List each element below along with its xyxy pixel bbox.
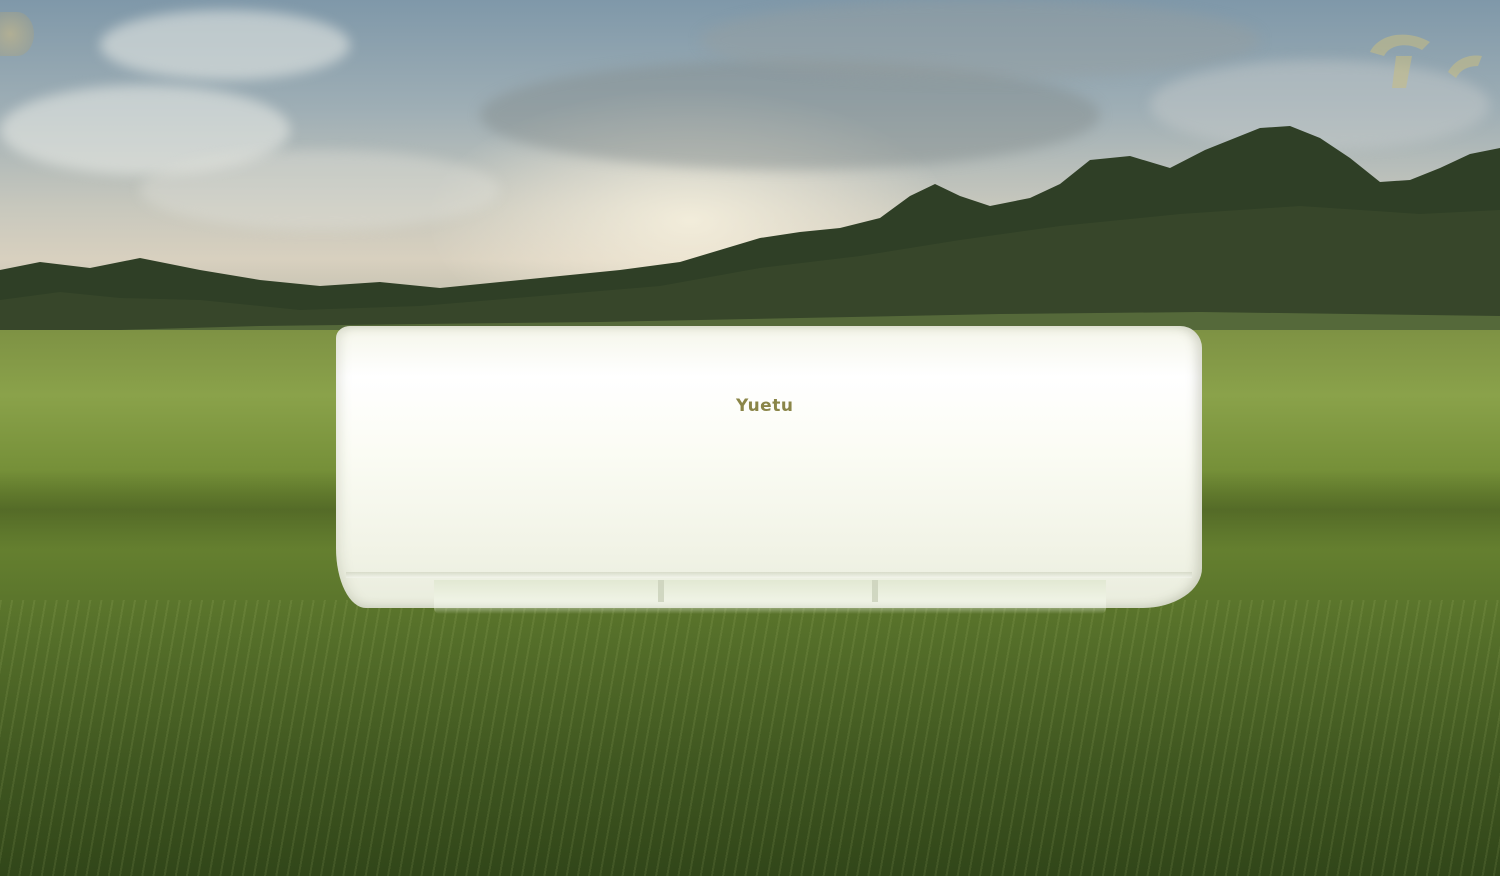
louver-divider (658, 580, 664, 602)
product-scene: Yuetu (0, 0, 1500, 876)
ac-front-panel (336, 326, 1202, 608)
air-conditioner-unit: Yuetu (332, 326, 1204, 614)
brand-logo-text: Yuetu (736, 396, 794, 416)
louver-divider (872, 580, 878, 602)
corner-logo-icon (1370, 34, 1482, 88)
ac-air-louver (434, 580, 1106, 614)
ac-panel-seam (346, 572, 1192, 578)
corner-watermark (0, 12, 34, 56)
grass-texture (0, 600, 1500, 876)
